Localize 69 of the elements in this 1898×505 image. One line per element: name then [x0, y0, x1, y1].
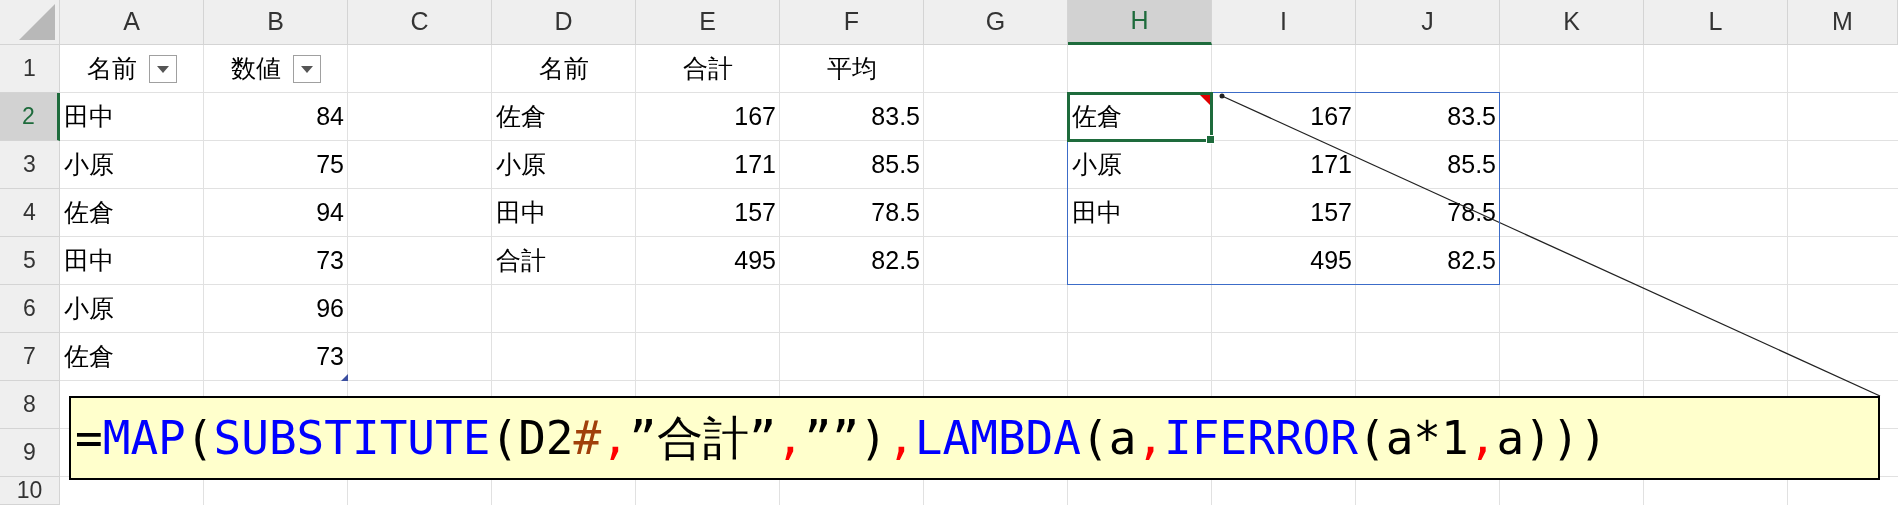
table-cell[interactable]: 167: [734, 98, 776, 136]
table-cell[interactable]: 佐倉: [1072, 98, 1122, 136]
table-cell[interactable]: 94: [316, 194, 344, 232]
table-cell[interactable]: 小原: [1072, 146, 1122, 184]
column-header[interactable]: G: [924, 0, 1068, 45]
row-header[interactable]: 8: [0, 381, 60, 429]
column-header[interactable]: M: [1788, 0, 1898, 45]
column-header[interactable]: K: [1500, 0, 1644, 45]
table-cell[interactable]: 小原: [64, 290, 114, 328]
table-cell[interactable]: 数値: [231, 50, 281, 88]
row-header[interactable]: 5: [0, 237, 60, 285]
table-cell[interactable]: 小原: [496, 146, 546, 184]
filter-button[interactable]: [293, 55, 321, 83]
table-cell[interactable]: 田中: [496, 194, 546, 232]
table-cell[interactable]: 82.5: [871, 242, 920, 280]
formula-text: =MAP(SUBSTITUTE(D2#,”合計”,””),LAMBDA(a,IFERROR(a*1,a))): [75, 409, 1608, 467]
row-header[interactable]: 3: [0, 141, 60, 189]
column-header[interactable]: C: [348, 0, 492, 45]
table-cell[interactable]: 171: [1310, 146, 1352, 184]
table-cell[interactable]: 佐倉: [64, 194, 114, 232]
filter-button[interactable]: [149, 55, 177, 83]
table-cell[interactable]: 85.5: [871, 146, 920, 184]
table-cell[interactable]: 82.5: [1447, 242, 1496, 280]
row-header[interactable]: 9: [0, 429, 60, 477]
dropdown-arrow-icon: [157, 65, 169, 73]
leader-dot: [1219, 93, 1225, 99]
table-cell[interactable]: 佐倉: [496, 98, 546, 136]
table-cell[interactable]: 佐倉: [64, 338, 114, 376]
row-header[interactable]: 6: [0, 285, 60, 333]
table-cell[interactable]: 157: [1310, 194, 1352, 232]
table-cell[interactable]: 157: [734, 194, 776, 232]
table-cell[interactable]: 167: [1310, 98, 1352, 136]
table-cell[interactable]: 75: [316, 146, 344, 184]
table-cell[interactable]: 平均: [827, 50, 877, 88]
table-cell[interactable]: 名前: [539, 50, 589, 88]
table-cell[interactable]: 合計: [683, 50, 733, 88]
column-header[interactable]: E: [636, 0, 780, 45]
column-header[interactable]: L: [1644, 0, 1788, 45]
row-header[interactable]: 7: [0, 333, 60, 381]
table-cell[interactable]: 合計: [496, 242, 546, 280]
row-header[interactable]: 2: [0, 93, 60, 141]
column-header[interactable]: D: [492, 0, 636, 45]
table-resize-handle[interactable]: [341, 374, 348, 381]
table-cell[interactable]: 田中: [64, 98, 114, 136]
table-cell[interactable]: 小原: [64, 146, 114, 184]
table-cell[interactable]: 78.5: [871, 194, 920, 232]
dropdown-arrow-icon: [301, 65, 313, 73]
table-cell[interactable]: 名前: [87, 50, 137, 88]
column-header[interactable]: A: [60, 0, 204, 45]
column-header[interactable]: I: [1212, 0, 1356, 45]
row-header[interactable]: 4: [0, 189, 60, 237]
table-cell[interactable]: 田中: [64, 242, 114, 280]
row-header[interactable]: 1: [0, 45, 60, 93]
table-cell[interactable]: 73: [316, 338, 344, 376]
table-cell[interactable]: 171: [734, 146, 776, 184]
table-cell[interactable]: 495: [1310, 242, 1352, 280]
table-cell[interactable]: 83.5: [1447, 98, 1496, 136]
row-header[interactable]: 10: [0, 477, 60, 505]
column-header[interactable]: J: [1356, 0, 1500, 45]
table-cell[interactable]: 495: [734, 242, 776, 280]
table-cell[interactable]: 83.5: [871, 98, 920, 136]
column-header[interactable]: B: [204, 0, 348, 45]
table-cell[interactable]: 田中: [1072, 194, 1122, 232]
table-cell[interactable]: 84: [316, 98, 344, 136]
table-cell[interactable]: 96: [316, 290, 344, 328]
table-cell[interactable]: 85.5: [1447, 146, 1496, 184]
column-header[interactable]: H: [1068, 0, 1212, 45]
column-header[interactable]: F: [780, 0, 924, 45]
table-cell[interactable]: 73: [316, 242, 344, 280]
